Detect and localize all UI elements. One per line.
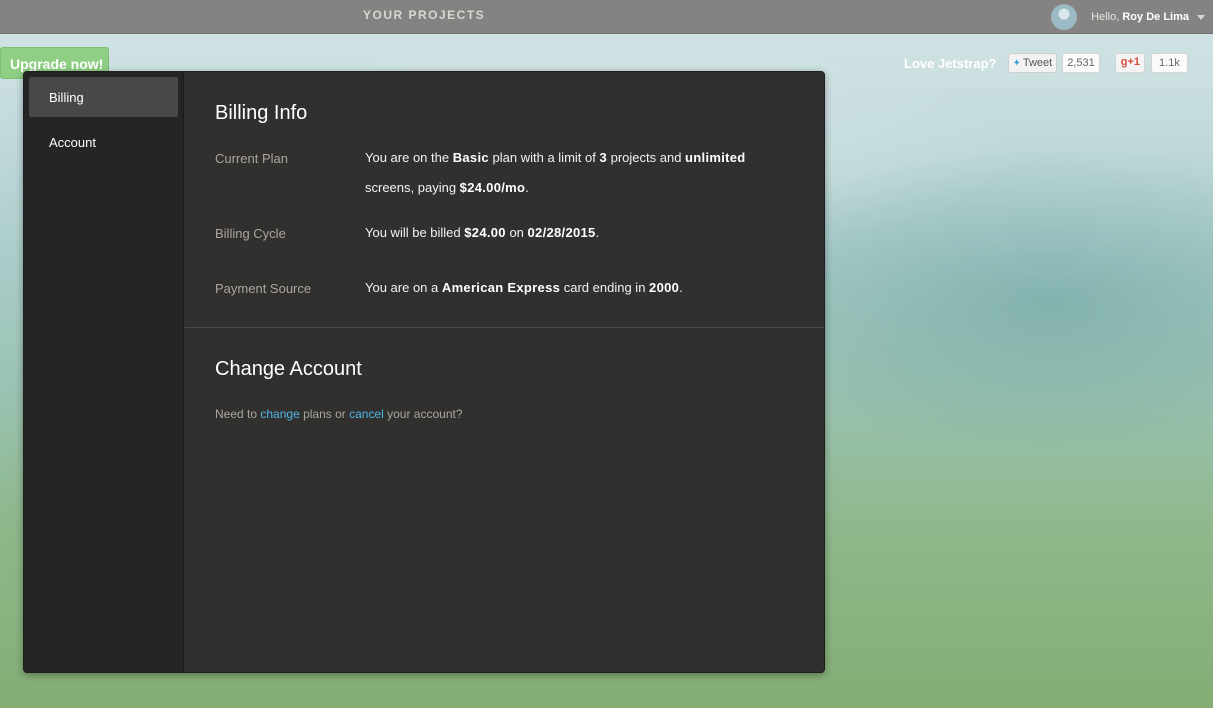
avatar[interactable] <box>1051 4 1078 30</box>
love-jetstrap-text: Love Jetstrap? <box>904 55 997 71</box>
tweet-label: Tweet <box>1022 57 1053 69</box>
screen-limit: unlimited <box>685 150 746 165</box>
top-navbar: YOUR PROJECTS Hello, Roy De Lima <box>0 0 1213 34</box>
billing-info-title: Billing Info <box>215 102 308 124</box>
social-share-area: Love Jetstrap? ✦ Tweet 2,531 g+1 1.1k <box>904 52 1188 74</box>
change-plan-link[interactable]: change <box>260 407 299 421</box>
greeting-text: Hello, <box>1091 11 1120 23</box>
payment-source-label: Payment Source <box>215 281 312 296</box>
gplus-label: +1 <box>1127 56 1141 68</box>
billing-date: 02/28/2015 <box>527 225 596 240</box>
user-name: Roy De Lima <box>1122 11 1189 23</box>
current-plan-value: You are on the Basic plan with a limit o… <box>365 150 746 195</box>
tweet-button[interactable]: ✦ Tweet <box>1008 53 1058 73</box>
card-last4: 2000 <box>649 280 680 295</box>
billing-cycle-label: Billing Cycle <box>215 226 286 241</box>
project-limit: 3 <box>599 150 607 165</box>
gplus-count: 1.1k <box>1151 53 1188 73</box>
billing-content: Billing Info Current Plan You are on the… <box>185 72 824 672</box>
google-plus-button[interactable]: g+1 <box>1114 53 1146 73</box>
google-plus-icon: g <box>1120 56 1128 68</box>
sidebar-item-billing[interactable]: Billing <box>29 77 178 117</box>
current-plan-label: Current Plan <box>215 151 288 166</box>
change-account-text: Need to change plans or cancel your acco… <box>215 407 463 421</box>
twitter-bird-icon: ✦ <box>1012 57 1021 69</box>
billing-cycle-value: You will be billed $24.00 on 02/28/2015. <box>365 225 600 240</box>
plan-price: $24.00/mo <box>459 180 526 195</box>
section-divider <box>185 327 824 328</box>
change-account-title: Change Account <box>215 358 362 380</box>
tweet-count: 2,531 <box>1062 53 1100 73</box>
caret-down-icon[interactable] <box>1197 14 1205 20</box>
card-type: American Express <box>441 280 561 295</box>
user-greeting[interactable]: Hello, Roy De Lima <box>1091 11 1189 23</box>
cancel-account-link[interactable]: cancel <box>349 407 384 421</box>
settings-panel: Billing Account Billing Info Current Pla… <box>23 71 825 673</box>
sidebar-item-account[interactable]: Account <box>29 122 178 162</box>
user-menu[interactable]: Hello, Roy De Lima <box>1051 3 1205 31</box>
billing-amount: $24.00 <box>464 225 506 240</box>
payment-source-value: You are on a American Express card endin… <box>365 280 683 295</box>
settings-sidebar: Billing Account <box>24 72 184 672</box>
plan-name: Basic <box>452 150 489 165</box>
your-projects-link[interactable]: YOUR PROJECTS <box>363 8 485 22</box>
